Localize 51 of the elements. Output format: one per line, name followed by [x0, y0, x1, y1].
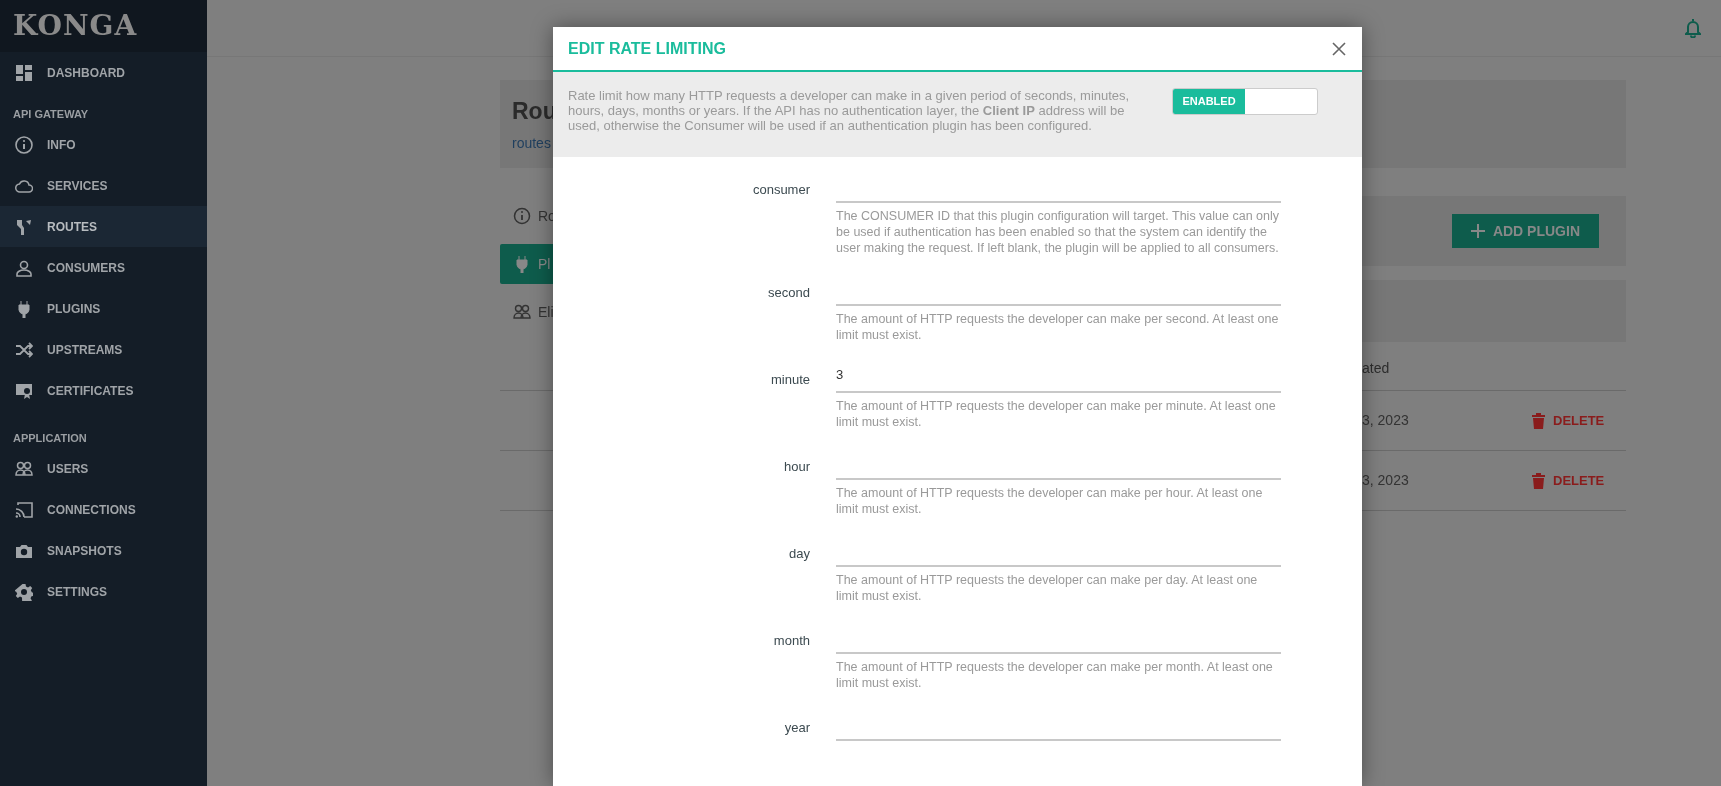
- certificate-icon: [15, 381, 33, 400]
- field-label: second: [768, 284, 810, 302]
- sidebar-item[interactable]: UPSTREAMS: [0, 329, 207, 370]
- help-text: The amount of HTTP requests the developer can make per month. At least one limit must exist.: [836, 659, 1274, 691]
- help-text: The amount of HTTP requests the developer can make per second. At least one limit must exist.: [836, 311, 1280, 343]
- field-label: month: [773, 632, 810, 650]
- date-cell-text: 3, 2023: [1362, 471, 1410, 490]
- field-label: consumer: [752, 181, 810, 199]
- sidebar-item[interactable]: USERS: [0, 448, 207, 489]
- bell-icon[interactable]: [1685, 18, 1701, 38]
- dashboard-icon: [15, 63, 33, 82]
- sidebar-item[interactable]: ROUTES: [0, 206, 207, 247]
- sidebar-item[interactable]: INFO: [0, 124, 207, 165]
- modal-title: EDIT RATE LIMITING: [568, 38, 726, 59]
- settings-icon: [15, 582, 33, 601]
- date-cell-text: 3, 2023: [1362, 411, 1410, 430]
- sidebar-item[interactable]: CERTIFICATES: [0, 370, 207, 411]
- sidebar-item[interactable]: CONSUMERS: [0, 247, 207, 288]
- help-text: The amount of HTTP requests the developer can make per hour. At least one limit must exist.: [836, 485, 1264, 517]
- sidebar-item[interactable]: SNAPSHOTS: [0, 530, 207, 571]
- section-heading: API GATEWAY: [12, 106, 90, 122]
- fork-icon: [15, 217, 33, 236]
- people-icon: [15, 459, 33, 478]
- people-icon: [513, 303, 531, 321]
- plug-icon: [513, 255, 531, 273]
- person-icon: [15, 258, 33, 277]
- sidebar-item[interactable]: CONNECTIONS: [0, 489, 207, 530]
- field-label: minute: [770, 371, 810, 389]
- input-field[interactable]: 3: [836, 360, 1281, 393]
- sidebar-item[interactable]: SETTINGS: [0, 571, 207, 612]
- sidebar-item[interactable]: DASHBOARD: [0, 52, 207, 93]
- shuffle-icon: [15, 340, 33, 359]
- section-heading: APPLICATION: [12, 430, 88, 446]
- plus-icon: [1470, 224, 1485, 238]
- close-icon[interactable]: [1332, 41, 1346, 56]
- trash-icon: [1532, 472, 1545, 489]
- field-label: year: [784, 719, 810, 737]
- column-header: ated: [1362, 358, 1390, 378]
- info-icon: [513, 207, 531, 225]
- sidebar-item[interactable]: PLUGINS: [0, 288, 207, 329]
- help-text: The CONSUMER ID that this plugin configuration will target. This value can only be used if authentication has been enabled so that the system can identify the user making the request. If left blank, the plugin will be applied to all consumers.: [836, 208, 1281, 256]
- help-text: The amount of HTTP requests the developer can make per minute. At least one limit must exist.: [836, 398, 1277, 430]
- help-text: The amount of HTTP requests the developer can make per day. At least one limit must exist.: [836, 572, 1259, 604]
- field-label: day: [789, 545, 810, 563]
- field-label: hour: [783, 458, 810, 476]
- plug-icon: [15, 299, 33, 318]
- sidebar-item[interactable]: SERVICES: [0, 165, 207, 206]
- trash-icon: [1532, 412, 1545, 429]
- description-text: Rate limit how many HTTP requests a developer can make in a given period of seconds, minutes, hours, days, months or years. If the API has no authentication layer, the Client IP address will be used, otherwise the Consumer will be used if an authentication plugin has been configured.: [568, 88, 1131, 135]
- info-icon: [15, 135, 33, 154]
- cast-icon: [15, 500, 33, 519]
